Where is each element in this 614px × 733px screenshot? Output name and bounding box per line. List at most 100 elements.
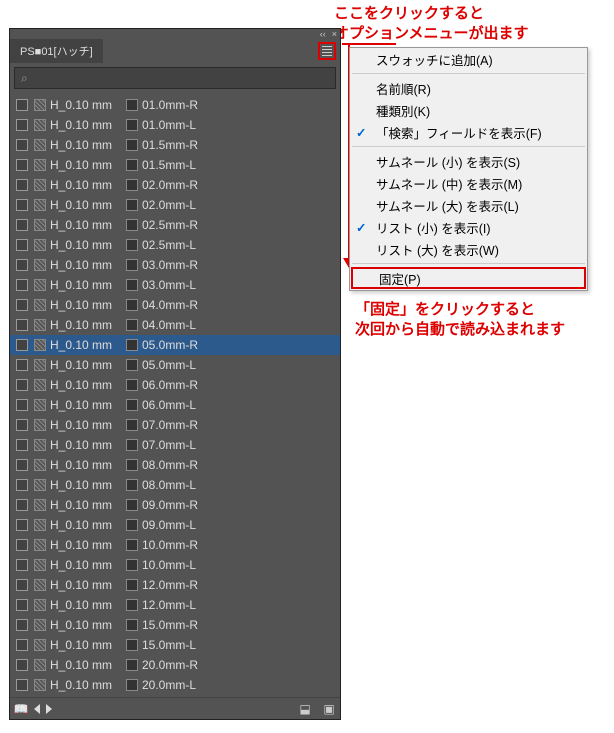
checkbox[interactable] [16,479,28,491]
checkbox[interactable] [16,319,28,331]
list-item[interactable]: H_0.10 mm08.0mm-L [10,475,340,495]
checkbox[interactable] [16,639,28,651]
list-item[interactable]: H_0.10 mm20.0mm-L [10,675,340,695]
list-item[interactable]: H_0.10 mm06.0mm-L [10,395,340,415]
checkbox[interactable] [16,579,28,591]
swatch-size: 04.0mm-L [142,318,196,332]
list-item[interactable]: H_0.10 mm04.0mm-L [10,315,340,335]
swatch-size: 12.0mm-R [142,578,198,592]
swatch-size: 10.0mm-R [142,538,198,552]
checkbox[interactable] [16,539,28,551]
list-item[interactable]: H_0.10 mm10.0mm-R [10,535,340,555]
checkbox[interactable] [16,99,28,111]
list-item[interactable]: H_0.10 mm03.0mm-R [10,255,340,275]
swatch-name: H_0.10 mm [50,178,126,192]
checkbox[interactable] [16,339,28,351]
list-item[interactable]: H_0.10 mm 01.5mm-R [10,135,340,155]
list-item[interactable]: H_0.10 mm06.0mm-R [10,375,340,395]
menu-item[interactable]: スウォッチに追加(A) [350,48,587,70]
checkbox[interactable] [16,619,28,631]
list-item[interactable]: H_0.10 mm15.0mm-L [10,635,340,655]
list-item[interactable]: H_0.10 mm02.5mm-L [10,235,340,255]
swatch-icon [34,179,46,191]
menu-item[interactable]: 名前順(R) [350,77,587,99]
swatch-name: H_0.10 mm [50,138,126,152]
swatch-icon [126,379,138,391]
checkbox[interactable] [16,239,28,251]
checkbox[interactable] [16,559,28,571]
list-item[interactable]: H_0.10 mm15.0mm-R [10,615,340,635]
checkbox[interactable] [16,159,28,171]
checkbox[interactable] [16,659,28,671]
close-icon[interactable]: × [332,29,337,39]
checkbox[interactable] [16,459,28,471]
flyout-menu-button[interactable] [318,42,336,60]
new-swatch-icon[interactable]: ▣ [322,702,336,716]
list-item[interactable]: H_0.10 mm02.5mm-R [10,215,340,235]
list-item[interactable]: H_0.10 mm09.0mm-L [10,515,340,535]
swatch-size: 01.5mm-R [142,138,198,152]
menu-item[interactable]: サムネール (中) を表示(M) [350,172,587,194]
checkbox[interactable] [16,279,28,291]
checkbox[interactable] [16,199,28,211]
list-item[interactable]: H_0.10 mm04.0mm-R [10,295,340,315]
list-item[interactable]: H_0.10 mm12.0mm-L [10,595,340,615]
menu-item[interactable]: 種類別(K) [350,99,587,121]
swatch-size: 15.0mm-R [142,618,198,632]
list-item[interactable]: H_0.10 mm 10.0mm-L [10,555,340,575]
list-item[interactable]: H_0.10 mm01.0mm-L [10,115,340,135]
panel-tab[interactable]: PS■01[ハッチ] [10,39,103,63]
checkbox[interactable] [16,599,28,611]
list-item[interactable]: H_0.10 mm03.0mm-L [10,275,340,295]
swatch-size: 06.0mm-L [142,398,196,412]
next-icon[interactable] [46,704,52,714]
swatch-icon [126,679,138,691]
swatch-size: 07.0mm-R [142,418,198,432]
list-item[interactable]: H_0.10 mm 07.0mm-R [10,415,340,435]
swatch-icon [126,299,138,311]
book-icon[interactable]: 📖 [14,702,28,716]
checkbox[interactable] [16,299,28,311]
add-swatch-icon[interactable]: ⬓ [298,702,312,716]
list-item[interactable]: H_0.10 mm20.0mm-R [10,655,340,675]
swatch-name: H_0.10 mm [50,418,126,432]
list-item[interactable]: H_0.10 mm01.5mm-L [10,155,340,175]
checkbox[interactable] [16,119,28,131]
checkbox[interactable] [16,419,28,431]
checkbox[interactable] [16,219,28,231]
swatch-size: 10.0mm-L [142,558,196,572]
swatch-name: H_0.10 mm [50,558,126,572]
checkbox[interactable] [16,679,28,691]
list-item[interactable]: H_0.10 mm08.0mm-R [10,455,340,475]
list-item[interactable]: H_0.10 mm02.0mm-R [10,175,340,195]
collapse-icon[interactable]: ‹‹ [320,29,326,39]
list-item[interactable]: H_0.10 mm05.0mm-L [10,355,340,375]
checkbox[interactable] [16,399,28,411]
menu-item-label: 種類別(K) [376,101,430,120]
swatch-icon [126,279,138,291]
checkbox[interactable] [16,359,28,371]
list-item[interactable]: H_0.10 mm12.0mm-R [10,575,340,595]
checkbox[interactable] [16,379,28,391]
menu-item[interactable]: ✓「検索」フィールドを表示(F) [350,121,587,143]
checkbox[interactable] [16,139,28,151]
swatch-icon [34,439,46,451]
list-item[interactable]: H_0.10 mm05.0mm-R [10,335,340,355]
menu-item[interactable]: サムネール (大) を表示(L) [350,194,587,216]
menu-item[interactable]: サムネール (小) を表示(S) [350,150,587,172]
checkbox[interactable] [16,499,28,511]
swatch-size: 20.0mm-L [142,678,196,692]
checkbox[interactable] [16,259,28,271]
menu-item[interactable]: リスト (大) を表示(W) [350,238,587,260]
search-input[interactable]: ⌕ [14,67,336,89]
checkbox[interactable] [16,179,28,191]
checkbox[interactable] [16,519,28,531]
checkbox[interactable] [16,439,28,451]
list-item[interactable]: H_0.10 mm01.0mm-R [10,95,340,115]
list-item[interactable]: H_0.10 mm07.0mm-L [10,435,340,455]
menu-item[interactable]: 固定(P) [351,267,586,289]
list-item[interactable]: H_0.10 mm09.0mm-R [10,495,340,515]
prev-icon[interactable] [34,704,40,714]
menu-item[interactable]: ✓リスト (小) を表示(I) [350,216,587,238]
list-item[interactable]: H_0.10 mm02.0mm-L [10,195,340,215]
